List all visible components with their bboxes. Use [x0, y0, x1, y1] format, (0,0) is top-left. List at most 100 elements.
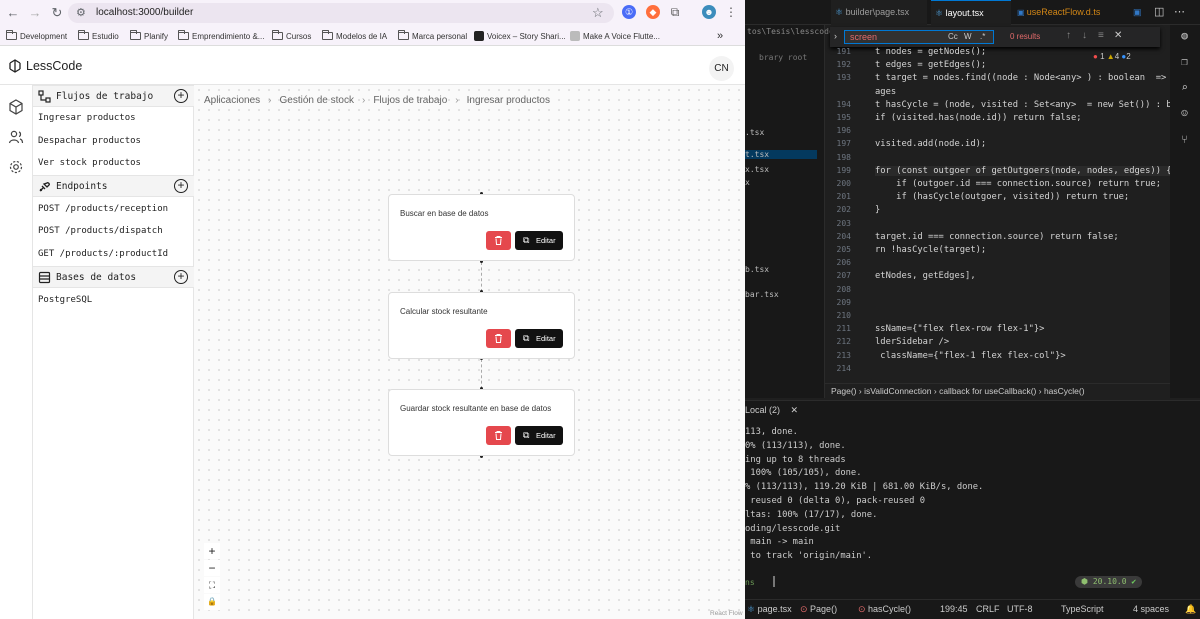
- site-info-icon[interactable]: ⚙: [76, 7, 88, 19]
- next-match-icon[interactable]: ↓: [1082, 30, 1087, 41]
- bookmark-folder[interactable]: Emprendimiento &...: [178, 29, 264, 43]
- code-line[interactable]: if (outgoer.id === connection.source) re…: [875, 179, 1161, 189]
- code-line[interactable]: if (hasCycle(outgoer, visited)) return t…: [875, 192, 1129, 202]
- breadcrumb-item[interactable]: Gestión de stock: [280, 95, 354, 106]
- flow-node[interactable]: Guardar stock resultante en base de dato…: [388, 389, 575, 456]
- terminal-tab[interactable]: Local (2) ✕: [745, 405, 798, 416]
- delete-node-button[interactable]: [486, 426, 511, 445]
- edit-node-button[interactable]: ⧉ Editar: [515, 426, 563, 445]
- match-case-option[interactable]: Cc: [948, 32, 958, 41]
- sidebar-item-endpoint[interactable]: POST /products/reception: [38, 204, 168, 214]
- code-line[interactable]: for (const outgoer of getOutgoers(node, …: [875, 165, 1175, 176]
- sidebar-item-database[interactable]: PostgreSQL: [38, 295, 92, 305]
- reload-icon[interactable]: ↻: [50, 6, 64, 20]
- browser-menu-icon[interactable]: ⋮: [724, 5, 738, 19]
- status-file[interactable]: ⚛ page.tsx: [747, 600, 792, 619]
- address-bar[interactable]: ⚙ localhost:3000/builder ☆: [68, 3, 614, 23]
- bookmark-link[interactable]: Make A Voice Flutte...: [570, 29, 660, 43]
- code-line[interactable]: ssName={"flex flex-row flex-1"}>: [875, 324, 1044, 334]
- code-line[interactable]: t target = nodes.find((node : Node<any> …: [875, 73, 1200, 83]
- flow-node[interactable]: Buscar en base de datos ⧉ Editar: [388, 194, 575, 261]
- find-query[interactable]: screen: [850, 32, 877, 42]
- add-workflow-button[interactable]: +: [174, 89, 188, 103]
- breadcrumb-item[interactable]: callback for useCallback(): [939, 386, 1036, 396]
- code-line[interactable]: className={"flex-1 flex flex-col"}>: [875, 351, 1065, 361]
- forward-icon[interactable]: →: [28, 6, 42, 20]
- url-text[interactable]: localhost:3000/builder: [96, 7, 193, 18]
- bookmark-folder[interactable]: Planify: [130, 29, 168, 43]
- previous-match-icon[interactable]: ↑: [1066, 30, 1071, 41]
- more-bookmarks-icon[interactable]: »: [717, 29, 723, 43]
- source-control-icon[interactable]: ⑂: [1178, 133, 1191, 146]
- close-terminal-icon[interactable]: ✕: [791, 405, 799, 415]
- explorer-item[interactable]: x.tsx: [745, 165, 769, 174]
- code-line[interactable]: ages: [875, 87, 896, 97]
- cube-icon[interactable]: [8, 99, 24, 115]
- edit-node-button[interactable]: ⧉ Editar: [515, 329, 563, 348]
- toggle-replace-icon[interactable]: ›: [834, 31, 837, 41]
- extension-brave-icon[interactable]: ◆: [646, 5, 660, 19]
- regex-option[interactable]: .*: [980, 32, 985, 41]
- code-area[interactable]: 191 t nodes = getNodes(); 192 t edges = get…: [825, 45, 1200, 385]
- indentation[interactable]: 4 spaces: [1133, 600, 1169, 619]
- edit-node-button[interactable]: ⧉ Editar: [515, 231, 563, 250]
- status-crumb[interactable]: ⊙ hasCycle(): [858, 600, 911, 619]
- tab-use-react-flow[interactable]: ▣ useReactFlow.d.ts: [1013, 0, 1125, 25]
- tab-layout[interactable]: ⚛ layout.tsx: [931, 0, 1011, 25]
- users-icon[interactable]: [8, 129, 24, 145]
- add-endpoint-button[interactable]: +: [174, 179, 188, 193]
- sidebar-item-endpoint[interactable]: POST /products/dispatch: [38, 226, 163, 236]
- file-encoding[interactable]: UTF-8: [1007, 600, 1033, 619]
- user-avatar[interactable]: CN: [709, 56, 734, 81]
- explorer-item[interactable]: b.tsx: [745, 265, 769, 274]
- delete-node-button[interactable]: [486, 329, 511, 348]
- lock-button[interactable]: 🔒: [204, 594, 220, 610]
- tab-builder-page[interactable]: ⚛ builder\page.tsx: [831, 0, 927, 25]
- terminal-panel[interactable]: Local (2) ✕ 113, done. 0% (113/113), done…: [745, 400, 1200, 599]
- more-actions-icon[interactable]: ⋯: [1170, 0, 1185, 25]
- code-line[interactable]: target.id === connection.source) return …: [875, 232, 1119, 242]
- code-line[interactable]: visited.add(node.id);: [875, 139, 986, 149]
- explorer-item[interactable]: .tsx: [745, 128, 764, 137]
- explorer-item[interactable]: x: [745, 178, 750, 187]
- sidebar-item-workflow[interactable]: Ver stock productos: [38, 158, 141, 168]
- extension-password-icon[interactable]: ①: [622, 5, 636, 19]
- flow-canvas[interactable]: Aplicaciones › Gestión de stock › Flujos d…: [194, 85, 745, 619]
- breadcrumb-item[interactable]: isValidConnection: [864, 386, 931, 396]
- extensions-puzzle-icon[interactable]: ⧉: [668, 5, 682, 19]
- profile-avatar-icon[interactable]: ☻: [702, 5, 716, 19]
- bookmark-folder[interactable]: Development: [6, 29, 67, 43]
- breadcrumb-item[interactable]: Aplicaciones: [204, 95, 260, 106]
- explorer-item[interactable]: bar.tsx: [745, 290, 779, 299]
- code-line[interactable]: lderSidebar />: [875, 337, 949, 347]
- bookmark-star-icon[interactable]: ☆: [592, 5, 604, 21]
- code-line[interactable]: etNodes, getEdges],: [875, 271, 976, 281]
- copilot-icon[interactable]: ◍: [1178, 29, 1191, 42]
- flow-edge[interactable]: [481, 359, 482, 389]
- code-line[interactable]: t edges = getEdges();: [875, 60, 986, 70]
- code-line[interactable]: rn !hasCycle(target);: [875, 245, 986, 255]
- add-database-button[interactable]: +: [174, 270, 188, 284]
- language-mode[interactable]: TypeScript: [1061, 600, 1104, 619]
- split-editor-icon[interactable]: ◫: [1150, 0, 1164, 25]
- code-line[interactable]: t hasCycle = (node, visited : Set<any> =…: [875, 100, 1200, 110]
- whole-word-option[interactable]: W: [964, 32, 972, 41]
- overflow-tab-icon[interactable]: ▣: [1129, 0, 1142, 25]
- accounts-icon[interactable]: ☺: [1178, 107, 1191, 120]
- explorer-item[interactable]: brary root: [759, 53, 807, 62]
- breadcrumb-item[interactable]: Page(): [831, 386, 857, 396]
- files-icon[interactable]: ❐: [1178, 55, 1191, 68]
- bookmark-folder[interactable]: Modelos de IA: [322, 29, 387, 43]
- code-line[interactable]: }: [875, 205, 880, 215]
- bookmark-folder[interactable]: Marca personal: [398, 29, 467, 43]
- close-find-icon[interactable]: ✕: [1114, 30, 1122, 41]
- sidebar-item-workflow[interactable]: Ingresar productos: [38, 113, 136, 123]
- breadcrumb-item[interactable]: Flujos de trabajo: [373, 95, 447, 106]
- delete-node-button[interactable]: [486, 231, 511, 250]
- bookmark-link[interactable]: Voicex – Story Shari...: [474, 29, 566, 43]
- cursor-position[interactable]: 199:45: [940, 600, 968, 619]
- sidebar-item-workflow[interactable]: Despachar productos: [38, 136, 141, 146]
- flow-edge[interactable]: [481, 262, 482, 292]
- sidebar-item-endpoint[interactable]: GET /products/:productId: [38, 249, 168, 259]
- find-in-selection-icon[interactable]: ≡: [1098, 30, 1104, 41]
